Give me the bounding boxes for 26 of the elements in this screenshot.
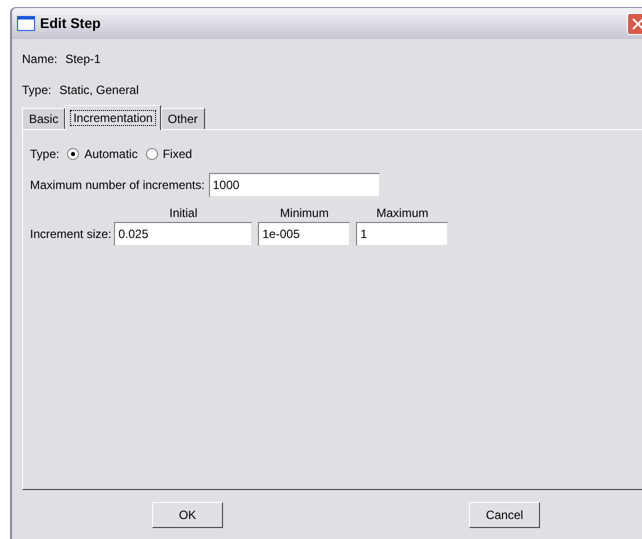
column-heading: Initial — [168, 205, 198, 222]
tab[interactable]: Other — [160, 108, 205, 129]
increment-size-label: Increment size: — [30, 226, 112, 243]
column-heading: Maximum — [375, 205, 430, 222]
increment-size-field[interactable]: 1e-005 — [258, 222, 350, 246]
tab[interactable]: Incrementation — [65, 105, 161, 130]
max-increments-label: Maximum number of increments: — [30, 177, 205, 194]
radio-button[interactable] — [146, 148, 158, 160]
name-value: Step-1 — [65, 51, 101, 68]
max-increments-field[interactable]: 1000 — [208, 173, 380, 197]
increment-type-label: Type: — [30, 146, 60, 163]
dialog-button[interactable]: OK — [152, 502, 223, 528]
close-icon — [632, 18, 642, 30]
column-heading: Minimum — [279, 205, 330, 222]
increment-size-field[interactable]: 1 — [356, 222, 448, 246]
radio-option[interactable]: Fixed — [146, 145, 192, 163]
name-label: Name: — [22, 51, 58, 68]
window-title: Edit Step — [40, 14, 101, 33]
type-label: Type: — [22, 82, 52, 99]
radio-button[interactable] — [67, 148, 80, 160]
window-icon — [17, 16, 35, 31]
increment-size-field[interactable]: 0.025 — [114, 222, 252, 246]
radio-option[interactable]: Automatic — [67, 145, 138, 163]
type-value: Static, General — [59, 82, 139, 99]
tab[interactable]: Basic — [22, 108, 66, 129]
dialog-button[interactable]: Cancel — [469, 502, 540, 528]
